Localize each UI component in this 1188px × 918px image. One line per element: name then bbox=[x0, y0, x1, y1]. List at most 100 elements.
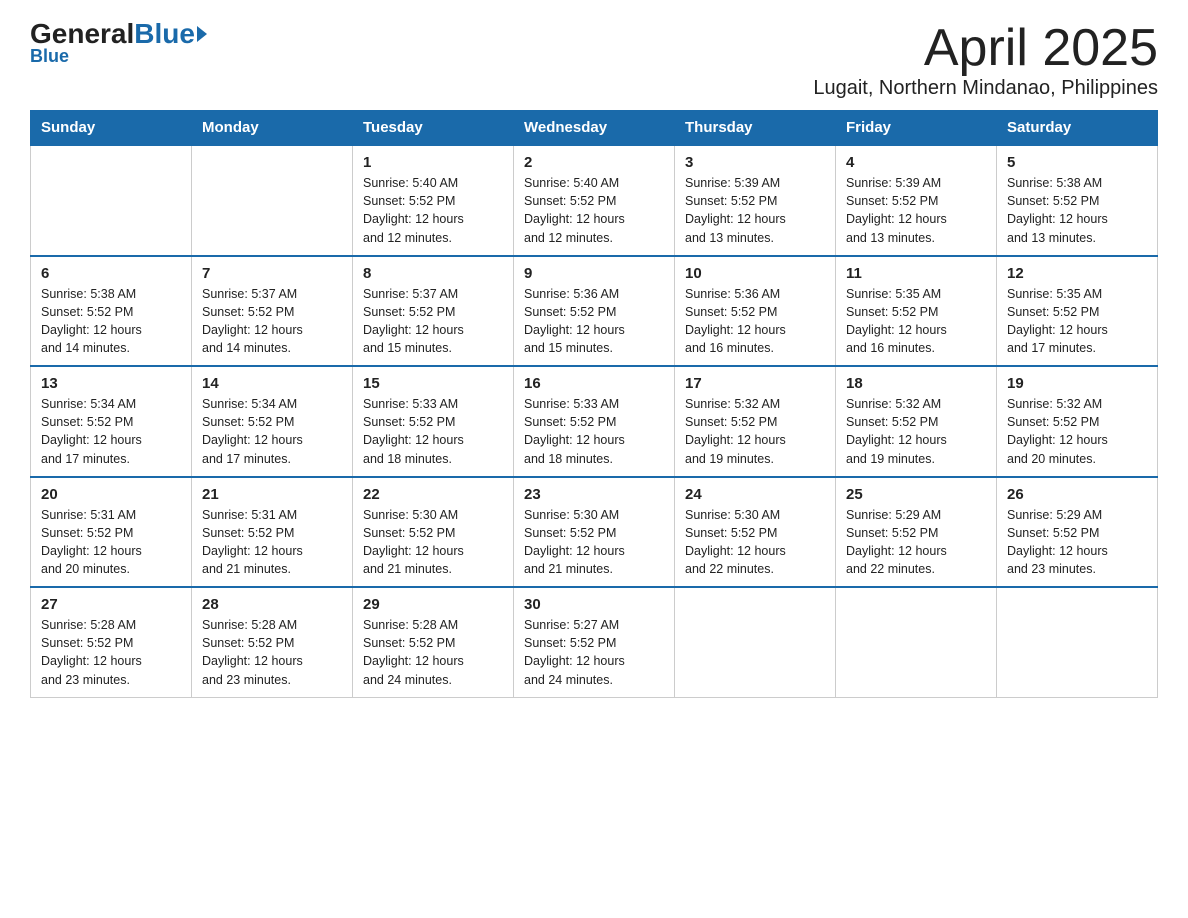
calendar-location: Lugait, Northern Mindanao, Philippines bbox=[813, 77, 1158, 100]
column-header-wednesday: Wednesday bbox=[514, 111, 675, 146]
day-number: 4 bbox=[846, 154, 986, 171]
calendar-cell: 14 Sunrise: 5:34 AMSunset: 5:52 PMDayligh… bbox=[192, 366, 353, 477]
logo: General Blue Blue bbox=[30, 20, 207, 67]
day-number: 21 bbox=[202, 486, 342, 503]
calendar-cell: 26 Sunrise: 5:29 AMSunset: 5:52 PMDayligh… bbox=[997, 477, 1158, 588]
day-number: 9 bbox=[524, 265, 664, 282]
calendar-cell: 3 Sunrise: 5:39 AMSunset: 5:52 PMDaylight… bbox=[675, 145, 836, 256]
calendar-cell: 9Sunrise: 5:36 AMSunset: 5:52 PMDaylight… bbox=[514, 256, 675, 367]
day-info: Sunrise: 5:38 AMSunset: 5:52 PMDaylight:… bbox=[1007, 174, 1147, 247]
logo-arrow-icon bbox=[197, 26, 207, 42]
day-info: Sunrise: 5:29 AMSunset: 5:52 PMDaylight:… bbox=[1007, 506, 1147, 579]
day-number: 20 bbox=[41, 486, 181, 503]
day-info: Sunrise: 5:38 AMSunset: 5:52 PMDaylight:… bbox=[41, 285, 181, 358]
day-info: Sunrise: 5:32 AMSunset: 5:52 PMDaylight:… bbox=[846, 395, 986, 468]
day-info: Sunrise: 5:40 AMSunset: 5:52 PMDaylight:… bbox=[363, 174, 503, 247]
day-info: Sunrise: 5:31 AMSunset: 5:52 PMDaylight:… bbox=[202, 506, 342, 579]
column-header-saturday: Saturday bbox=[997, 111, 1158, 146]
calendar-week-row: 13 Sunrise: 5:34 AMSunset: 5:52 PMDayligh… bbox=[31, 366, 1158, 477]
day-number: 17 bbox=[685, 375, 825, 392]
calendar-cell: 11Sunrise: 5:35 AMSunset: 5:52 PMDayligh… bbox=[836, 256, 997, 367]
day-number: 14 bbox=[202, 375, 342, 392]
day-info: Sunrise: 5:28 AMSunset: 5:52 PMDaylight:… bbox=[363, 616, 503, 689]
calendar-cell bbox=[192, 145, 353, 256]
day-number: 18 bbox=[846, 375, 986, 392]
calendar-cell: 28 Sunrise: 5:28 AMSunset: 5:52 PMDayligh… bbox=[192, 587, 353, 697]
day-info: Sunrise: 5:37 AMSunset: 5:52 PMDaylight:… bbox=[202, 285, 342, 358]
day-number: 29 bbox=[363, 596, 503, 613]
logo-blue-text: Blue bbox=[134, 20, 195, 48]
calendar-cell: 27Sunrise: 5:28 AMSunset: 5:52 PMDayligh… bbox=[31, 587, 192, 697]
day-info: Sunrise: 5:39 AMSunset: 5:52 PMDaylight:… bbox=[685, 174, 825, 247]
day-number: 28 bbox=[202, 596, 342, 613]
calendar-cell: 6 Sunrise: 5:38 AMSunset: 5:52 PMDaylight… bbox=[31, 256, 192, 367]
day-number: 25 bbox=[846, 486, 986, 503]
calendar-cell: 5 Sunrise: 5:38 AMSunset: 5:52 PMDaylight… bbox=[997, 145, 1158, 256]
day-info: Sunrise: 5:33 AMSunset: 5:52 PMDaylight:… bbox=[524, 395, 664, 468]
calendar-cell: 16 Sunrise: 5:33 AMSunset: 5:52 PMDayligh… bbox=[514, 366, 675, 477]
column-header-friday: Friday bbox=[836, 111, 997, 146]
day-number: 11 bbox=[846, 265, 986, 282]
day-number: 5 bbox=[1007, 154, 1147, 171]
calendar-cell: 25 Sunrise: 5:29 AMSunset: 5:52 PMDayligh… bbox=[836, 477, 997, 588]
day-info: Sunrise: 5:33 AMSunset: 5:52 PMDaylight:… bbox=[363, 395, 503, 468]
calendar-week-row: 20 Sunrise: 5:31 AMSunset: 5:52 PMDayligh… bbox=[31, 477, 1158, 588]
day-info: Sunrise: 5:39 AMSunset: 5:52 PMDaylight:… bbox=[846, 174, 986, 247]
day-info: Sunrise: 5:31 AMSunset: 5:52 PMDaylight:… bbox=[41, 506, 181, 579]
logo-general-text: General bbox=[30, 20, 134, 48]
day-info: Sunrise: 5:36 AMSunset: 5:52 PMDaylight:… bbox=[685, 285, 825, 358]
calendar-cell: 18 Sunrise: 5:32 AMSunset: 5:52 PMDayligh… bbox=[836, 366, 997, 477]
calendar-cell bbox=[31, 145, 192, 256]
day-number: 26 bbox=[1007, 486, 1147, 503]
day-number: 6 bbox=[41, 265, 181, 282]
day-number: 2 bbox=[524, 154, 664, 171]
calendar-cell: 15Sunrise: 5:33 AMSunset: 5:52 PMDayligh… bbox=[353, 366, 514, 477]
day-info: Sunrise: 5:40 AMSunset: 5:52 PMDaylight:… bbox=[524, 174, 664, 247]
day-info: Sunrise: 5:29 AMSunset: 5:52 PMDaylight:… bbox=[846, 506, 986, 579]
day-info: Sunrise: 5:32 AMSunset: 5:52 PMDaylight:… bbox=[685, 395, 825, 468]
column-header-tuesday: Tuesday bbox=[353, 111, 514, 146]
calendar-cell bbox=[675, 587, 836, 697]
day-info: Sunrise: 5:28 AMSunset: 5:52 PMDaylight:… bbox=[202, 616, 342, 689]
calendar-cell: 19Sunrise: 5:32 AMSunset: 5:52 PMDayligh… bbox=[997, 366, 1158, 477]
page-header: General Blue Blue April 2025 Lugait, Nor… bbox=[30, 20, 1158, 100]
column-header-monday: Monday bbox=[192, 111, 353, 146]
calendar-cell: 8Sunrise: 5:37 AMSunset: 5:52 PMDaylight… bbox=[353, 256, 514, 367]
day-number: 16 bbox=[524, 375, 664, 392]
calendar-week-row: 1Sunrise: 5:40 AMSunset: 5:52 PMDaylight… bbox=[31, 145, 1158, 256]
title-block: April 2025 Lugait, Northern Mindanao, Ph… bbox=[813, 20, 1158, 100]
day-info: Sunrise: 5:37 AMSunset: 5:52 PMDaylight:… bbox=[363, 285, 503, 358]
day-number: 27 bbox=[41, 596, 181, 613]
day-number: 10 bbox=[685, 265, 825, 282]
calendar-cell: 30Sunrise: 5:27 AMSunset: 5:52 PMDayligh… bbox=[514, 587, 675, 697]
day-info: Sunrise: 5:35 AMSunset: 5:52 PMDaylight:… bbox=[1007, 285, 1147, 358]
calendar-title: April 2025 bbox=[813, 20, 1158, 77]
calendar-cell: 1Sunrise: 5:40 AMSunset: 5:52 PMDaylight… bbox=[353, 145, 514, 256]
day-info: Sunrise: 5:30 AMSunset: 5:52 PMDaylight:… bbox=[363, 506, 503, 579]
calendar-cell: 10 Sunrise: 5:36 AMSunset: 5:52 PMDayligh… bbox=[675, 256, 836, 367]
calendar-cell: 20 Sunrise: 5:31 AMSunset: 5:52 PMDayligh… bbox=[31, 477, 192, 588]
calendar-cell: 7 Sunrise: 5:37 AMSunset: 5:52 PMDaylight… bbox=[192, 256, 353, 367]
calendar-cell: 17 Sunrise: 5:32 AMSunset: 5:52 PMDayligh… bbox=[675, 366, 836, 477]
day-info: Sunrise: 5:30 AMSunset: 5:52 PMDaylight:… bbox=[685, 506, 825, 579]
calendar-cell: 23Sunrise: 5:30 AMSunset: 5:52 PMDayligh… bbox=[514, 477, 675, 588]
calendar-table: SundayMondayTuesdayWednesdayThursdayFrid… bbox=[30, 110, 1158, 698]
calendar-week-row: 6 Sunrise: 5:38 AMSunset: 5:52 PMDaylight… bbox=[31, 256, 1158, 367]
calendar-cell: 2 Sunrise: 5:40 AMSunset: 5:52 PMDaylight… bbox=[514, 145, 675, 256]
day-number: 13 bbox=[41, 375, 181, 392]
calendar-cell bbox=[836, 587, 997, 697]
day-info: Sunrise: 5:27 AMSunset: 5:52 PMDaylight:… bbox=[524, 616, 664, 689]
day-number: 12 bbox=[1007, 265, 1147, 282]
day-info: Sunrise: 5:32 AMSunset: 5:52 PMDaylight:… bbox=[1007, 395, 1147, 468]
calendar-week-row: 27 Sunrise: 5:28 AMSunset: 5:52 PMDayligh… bbox=[31, 587, 1158, 697]
day-info: Sunrise: 5:30 AMSunset: 5:52 PMDaylight:… bbox=[524, 506, 664, 579]
calendar-cell: 4 Sunrise: 5:39 AMSunset: 5:52 PMDaylight… bbox=[836, 145, 997, 256]
calendar-cell bbox=[997, 587, 1158, 697]
logo-subtitle: Blue bbox=[30, 46, 69, 67]
day-info: Sunrise: 5:34 AMSunset: 5:52 PMDaylight:… bbox=[202, 395, 342, 468]
day-number: 3 bbox=[685, 154, 825, 171]
logo-blue-part: Blue bbox=[134, 20, 207, 48]
calendar-cell: 22Sunrise: 5:30 AMSunset: 5:52 PMDayligh… bbox=[353, 477, 514, 588]
day-number: 7 bbox=[202, 265, 342, 282]
calendar-cell: 24Sunrise: 5:30 AMSunset: 5:52 PMDayligh… bbox=[675, 477, 836, 588]
